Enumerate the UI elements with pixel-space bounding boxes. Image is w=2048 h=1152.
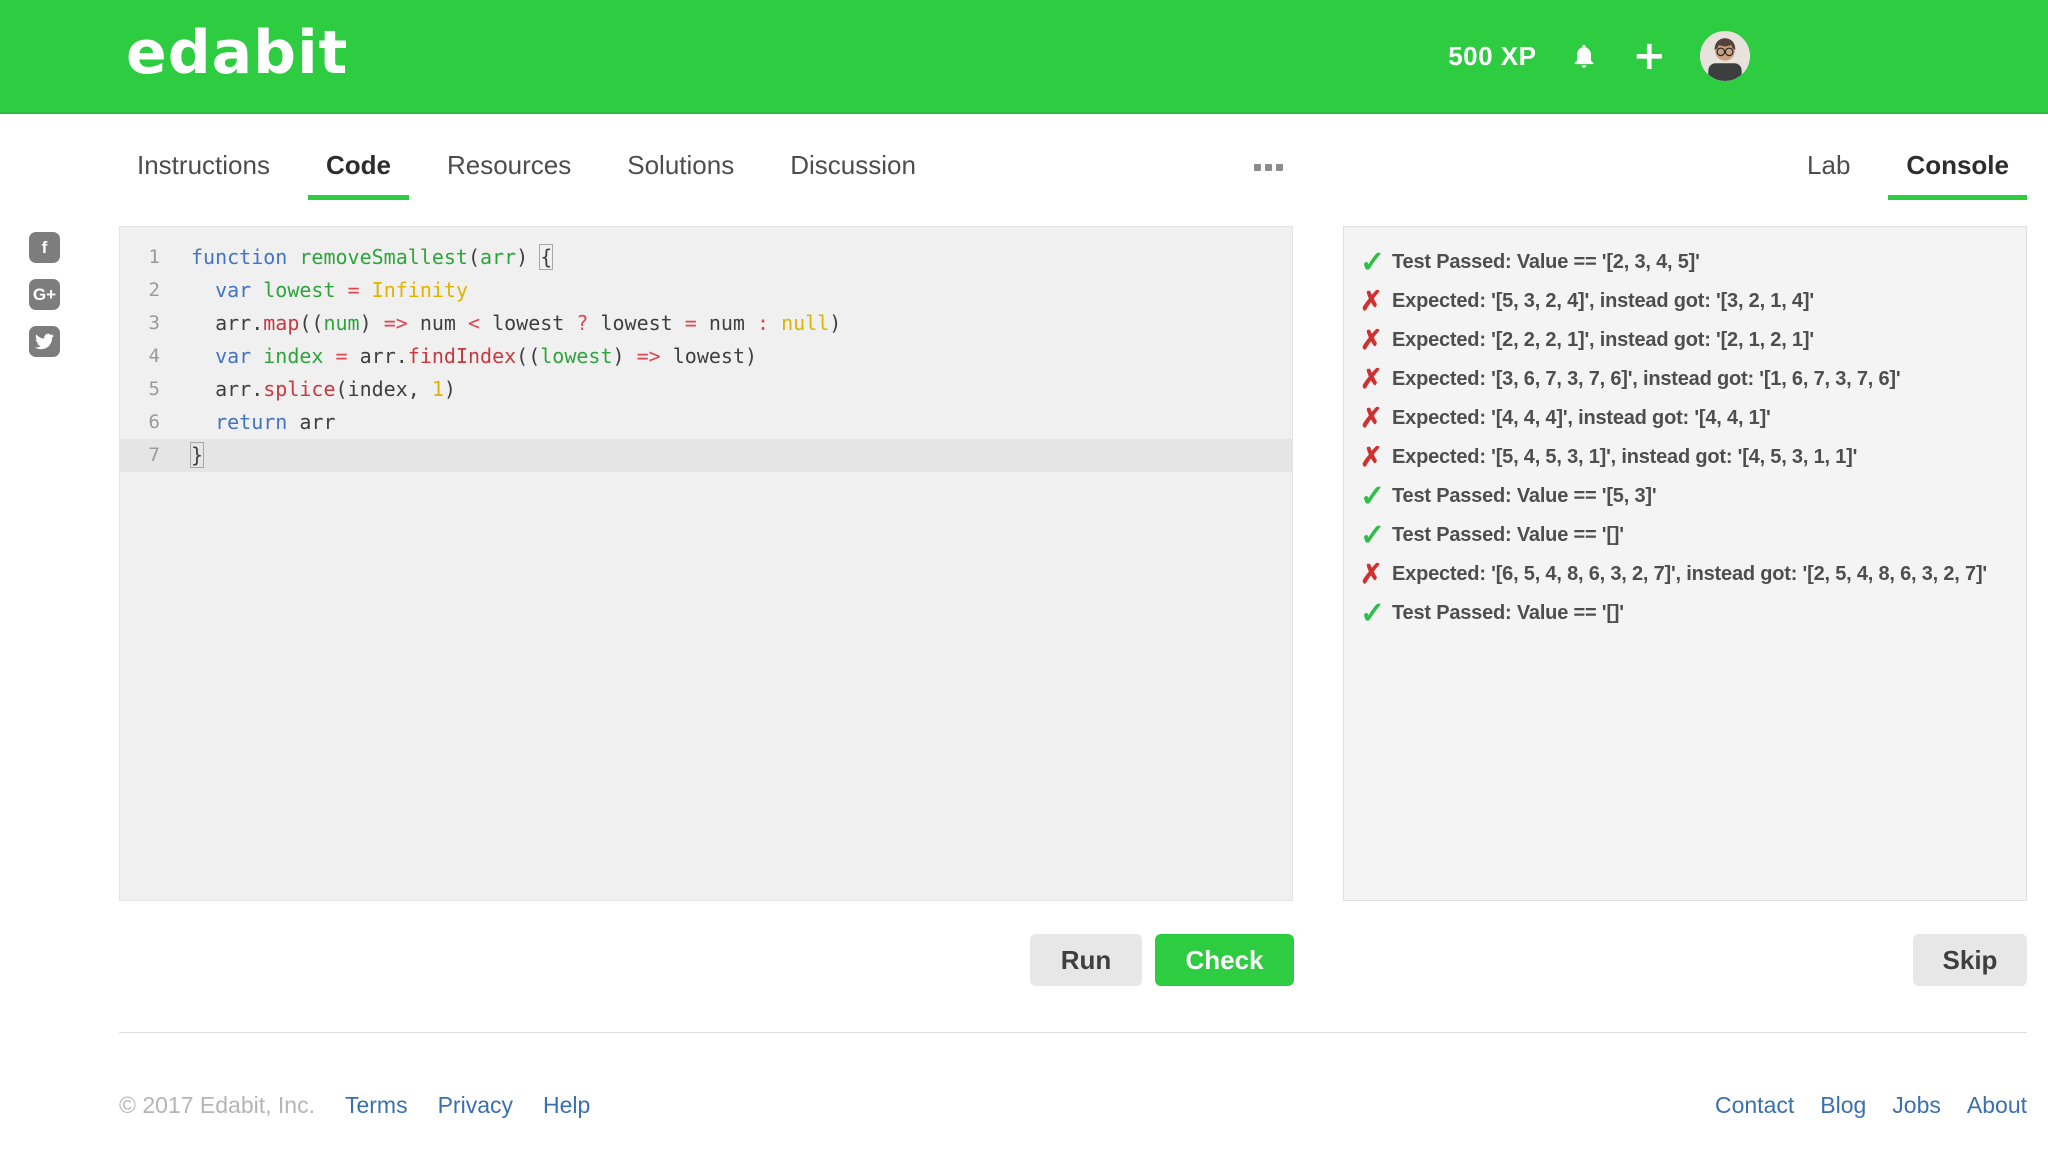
console-result: ✓Test Passed: Value == '[]' — [1360, 516, 2012, 555]
line-number: 4 — [120, 340, 176, 373]
console-result: ✗Expected: '[2, 2, 2, 1]', instead got: … — [1360, 321, 2012, 360]
code-line-row: 7} — [120, 439, 1292, 472]
line-number: 5 — [120, 373, 176, 406]
footer-link-jobs[interactable]: Jobs — [1892, 1092, 1941, 1119]
code-line[interactable]: arr.splice(index, 1) — [176, 373, 456, 406]
add-icon[interactable]: + — [1632, 42, 1666, 70]
check-button[interactable]: Check — [1155, 934, 1294, 986]
line-number: 3 — [120, 307, 176, 340]
code-line[interactable]: var index = arr.findIndex((lowest) => lo… — [176, 340, 757, 373]
result-text: Test Passed: Value == '[5, 3]' — [1392, 485, 1656, 508]
footer: © 2017 Edabit, Inc. Terms Privacy Help Con… — [119, 1092, 2027, 1132]
tab-discussion[interactable]: Discussion — [772, 146, 934, 200]
facebook-icon[interactable]: f — [29, 232, 60, 263]
tab-solutions[interactable]: Solutions — [609, 146, 752, 200]
line-number: 7 — [120, 439, 176, 472]
code-line-row: 1function removeSmallest(arr) { — [120, 241, 1292, 274]
result-text: Test Passed: Value == '[]' — [1392, 602, 1624, 625]
cross-icon: ✗ — [1360, 325, 1392, 356]
footer-divider — [119, 1032, 2027, 1033]
cross-icon: ✗ — [1360, 403, 1392, 434]
console-result: ✗Expected: '[4, 4, 4]', instead got: '[4… — [1360, 399, 2012, 438]
check-icon: ✓ — [1360, 479, 1392, 514]
code-line-row: 4 var index = arr.findIndex((lowest) => … — [120, 340, 1292, 373]
tab-console[interactable]: Console — [1888, 146, 2027, 200]
console-output[interactable]: ✓Test Passed: Value == '[2, 3, 4, 5]'✗Ex… — [1343, 226, 2027, 901]
tab-resources[interactable]: Resources — [429, 146, 589, 200]
footer-right: Contact Blog Jobs About — [1715, 1092, 2027, 1119]
copyright-text: © 2017 Edabit, Inc. — [119, 1092, 315, 1119]
header-actions: 500 XP + — [1448, 0, 1750, 112]
code-line-row: 3 arr.map((num) => num < lowest ? lowest… — [120, 307, 1292, 340]
code-line[interactable]: function removeSmallest(arr) { — [176, 241, 552, 274]
cross-icon: ✗ — [1360, 286, 1392, 317]
code-line-row: 6 return arr — [120, 406, 1292, 439]
tab-lab[interactable]: Lab — [1789, 146, 1868, 200]
check-icon: ✓ — [1360, 596, 1392, 631]
console-result: ✓Test Passed: Value == '[2, 3, 4, 5]' — [1360, 243, 2012, 282]
google-plus-icon[interactable]: G+ — [29, 279, 60, 310]
result-text: Test Passed: Value == '[2, 3, 4, 5]' — [1392, 251, 1700, 274]
check-icon: ✓ — [1360, 245, 1392, 280]
cross-icon: ✗ — [1360, 559, 1392, 590]
console-result: ✓Test Passed: Value == '[5, 3]' — [1360, 477, 2012, 516]
bell-icon[interactable] — [1570, 42, 1598, 70]
footer-link-contact[interactable]: Contact — [1715, 1092, 1794, 1119]
code-line[interactable]: var lowest = Infinity — [176, 274, 468, 307]
result-text: Test Passed: Value == '[]' — [1392, 524, 1624, 547]
code-line[interactable]: } — [176, 439, 203, 472]
tabs-left: InstructionsCodeResourcesSolutionsDiscus… — [119, 146, 934, 196]
result-text: Expected: '[2, 2, 2, 1]', instead got: '… — [1392, 329, 1814, 352]
app-header: edabit 500 XP + — [0, 0, 2048, 114]
code-line[interactable]: arr.map((num) => num < lowest ? lowest =… — [176, 307, 841, 340]
result-text: Expected: '[5, 3, 2, 4]', instead got: '… — [1392, 290, 1814, 313]
footer-left: © 2017 Edabit, Inc. Terms Privacy Help — [119, 1092, 590, 1119]
user-avatar[interactable] — [1700, 31, 1750, 81]
result-text: Expected: '[5, 4, 5, 3, 1]', instead got… — [1392, 446, 1857, 469]
console-result: ✗Expected: '[6, 5, 4, 8, 6, 3, 2, 7]', i… — [1360, 555, 2012, 594]
check-icon: ✓ — [1360, 518, 1392, 553]
footer-link-terms[interactable]: Terms — [345, 1092, 408, 1119]
footer-link-about[interactable]: About — [1967, 1092, 2027, 1119]
code-editor[interactable]: 1function removeSmallest(arr) {2 var low… — [119, 226, 1293, 901]
xp-counter[interactable]: 500 XP — [1448, 41, 1536, 72]
footer-link-privacy[interactable]: Privacy — [438, 1092, 513, 1119]
edabit-logo[interactable]: edabit — [126, 18, 348, 88]
social-share-rail: f G+ — [29, 232, 60, 357]
tab-code[interactable]: Code — [308, 146, 409, 200]
result-text: Expected: '[6, 5, 4, 8, 6, 3, 2, 7]', in… — [1392, 563, 1987, 586]
console-result: ✗Expected: '[3, 6, 7, 3, 7, 6]', instead… — [1360, 360, 2012, 399]
code-line[interactable]: return arr — [176, 406, 336, 439]
line-number: 2 — [120, 274, 176, 307]
footer-link-blog[interactable]: Blog — [1820, 1092, 1866, 1119]
code-line-row: 2 var lowest = Infinity — [120, 274, 1292, 307]
console-result: ✓Test Passed: Value == '[]' — [1360, 594, 2012, 633]
console-result: ✗Expected: '[5, 3, 2, 4]', instead got: … — [1360, 282, 2012, 321]
ellipsis-icon[interactable] — [1254, 164, 1283, 171]
footer-link-help[interactable]: Help — [543, 1092, 590, 1119]
tab-instructions[interactable]: Instructions — [119, 146, 288, 200]
line-number: 6 — [120, 406, 176, 439]
twitter-icon[interactable] — [29, 326, 60, 357]
code-line-row: 5 arr.splice(index, 1) — [120, 373, 1292, 406]
cross-icon: ✗ — [1360, 364, 1392, 395]
skip-button[interactable]: Skip — [1913, 934, 2027, 986]
line-number: 1 — [120, 241, 176, 274]
console-result: ✗Expected: '[5, 4, 5, 3, 1]', instead go… — [1360, 438, 2012, 477]
cross-icon: ✗ — [1360, 442, 1392, 473]
tabs-right: LabConsole — [1789, 146, 2027, 196]
tab-bar: InstructionsCodeResourcesSolutionsDiscus… — [119, 146, 2027, 196]
result-text: Expected: '[4, 4, 4]', instead got: '[4,… — [1392, 407, 1771, 430]
run-button[interactable]: Run — [1030, 934, 1142, 986]
result-text: Expected: '[3, 6, 7, 3, 7, 6]', instead … — [1392, 368, 1900, 391]
